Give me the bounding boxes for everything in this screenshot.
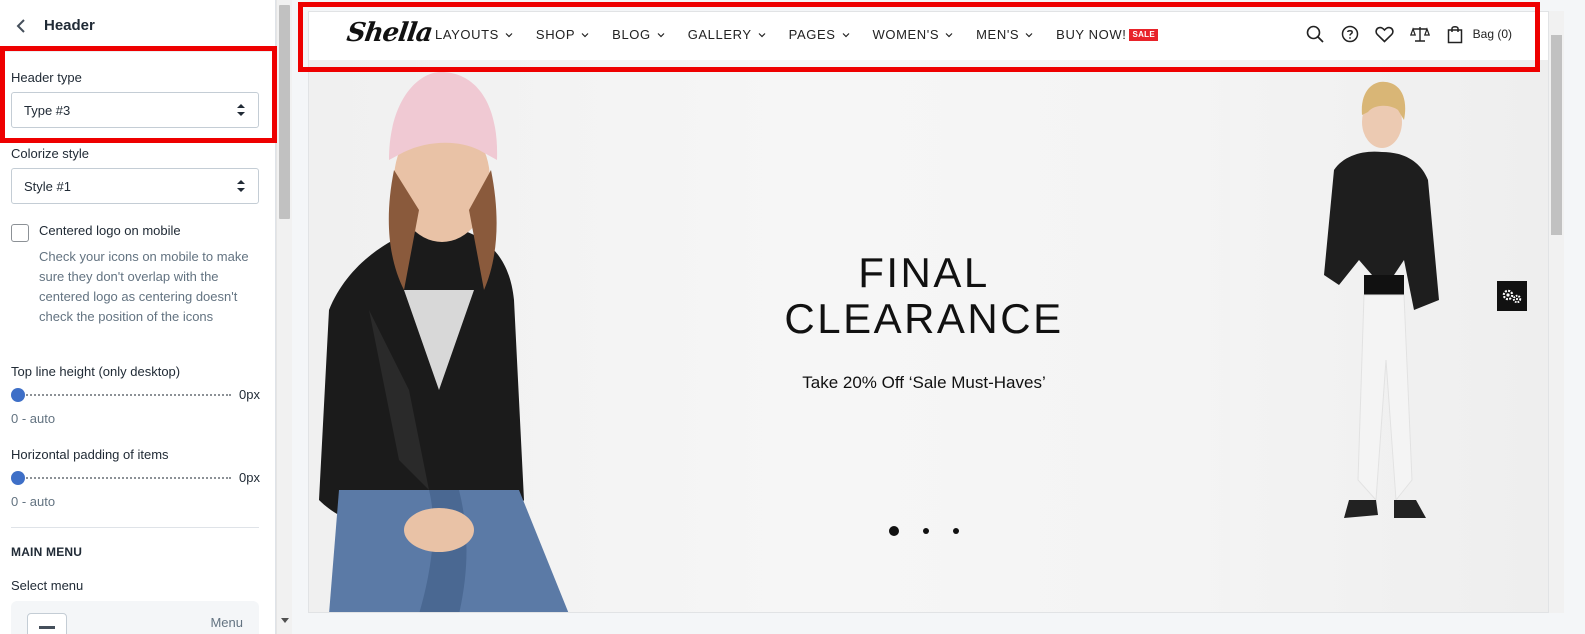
chevron-down-icon bbox=[842, 32, 849, 37]
panel-header: Header bbox=[0, 0, 275, 52]
hero-model-left-image bbox=[319, 71, 569, 612]
slider-thumb[interactable] bbox=[11, 388, 25, 402]
main-nav: LAYOUTS SHOP BLOG GALLERY PAGES WOMEN'S … bbox=[435, 27, 1181, 42]
nav-item-mens[interactable]: MEN'S bbox=[976, 27, 1033, 42]
hero-title-line2: CLEARANCE bbox=[784, 295, 1064, 342]
slider-dot-1[interactable] bbox=[889, 526, 899, 536]
scrollbar-thumb[interactable] bbox=[279, 5, 290, 219]
colorize-style-label: Colorize style bbox=[11, 146, 90, 161]
header-type-field: Header type Type #3 bbox=[11, 70, 259, 128]
compare-icon[interactable] bbox=[1409, 24, 1430, 44]
select-caret-icon bbox=[237, 180, 245, 192]
menu-picker-card[interactable]: Menu bbox=[11, 601, 259, 634]
header-type-select[interactable]: Type #3 bbox=[11, 92, 259, 128]
centered-logo-row: Centered logo on mobile bbox=[11, 223, 261, 242]
chevron-down-icon bbox=[581, 32, 589, 37]
menu-icon bbox=[27, 613, 67, 634]
nav-label: GALLERY bbox=[687, 27, 752, 42]
select-caret-icon bbox=[237, 104, 245, 116]
colorize-style-field: Colorize style Style #1 bbox=[11, 146, 259, 204]
nav-label: WOMEN'S bbox=[872, 27, 940, 42]
slider-track[interactable] bbox=[15, 394, 231, 396]
colorize-style-value: Style #1 bbox=[24, 178, 71, 194]
chevron-left-icon[interactable] bbox=[12, 17, 30, 35]
divider bbox=[11, 527, 259, 528]
horizontal-padding-value: 0px bbox=[239, 470, 260, 485]
chevron-down-icon bbox=[945, 32, 953, 37]
search-icon[interactable] bbox=[1305, 24, 1325, 44]
hero-title-line1: FINAL bbox=[858, 249, 990, 296]
header-icons: Bag (0) bbox=[1290, 24, 1512, 44]
top-line-height-help: 0 - auto bbox=[11, 411, 56, 426]
sale-badge: SALE bbox=[1129, 28, 1159, 41]
heart-icon[interactable] bbox=[1375, 24, 1395, 44]
site-header: Shella LAYOUTS SHOP BLOG GALLERY PAGES W… bbox=[309, 12, 1548, 56]
nav-item-buy-now[interactable]: BUY NOW! SALE bbox=[1056, 27, 1159, 42]
hero-title: FINAL CLEARANCE bbox=[769, 250, 1079, 342]
slider-track[interactable] bbox=[15, 477, 231, 479]
main-menu-heading: MAIN MENU bbox=[11, 545, 83, 559]
chevron-down-icon bbox=[1025, 32, 1033, 37]
hero-subtitle: Take 20% Off ‘Sale Must-Haves’ bbox=[802, 373, 1046, 392]
scroll-down-arrow-icon[interactable] bbox=[281, 618, 289, 623]
nav-item-gallery[interactable]: GALLERY bbox=[688, 27, 766, 42]
panel-title: Header bbox=[44, 17, 95, 34]
scrollbar-thumb[interactable] bbox=[1551, 35, 1562, 235]
nav-label: BLOG bbox=[612, 27, 651, 42]
nav-item-womens[interactable]: WOMEN'S bbox=[873, 27, 954, 42]
top-line-height-label: Top line height (only desktop) bbox=[11, 364, 181, 379]
centered-logo-help: Check your icons on mobile to make sure … bbox=[39, 249, 249, 324]
gear-icon[interactable] bbox=[1497, 281, 1527, 311]
horizontal-padding-help: 0 - auto bbox=[11, 494, 56, 509]
centered-logo-label: Centered logo on mobile bbox=[39, 223, 181, 238]
storefront-preview: Shella LAYOUTS SHOP BLOG GALLERY PAGES W… bbox=[293, 0, 1585, 634]
menu-card-text: Menu bbox=[210, 615, 243, 630]
nav-label: LAYOUTS bbox=[435, 27, 499, 42]
preview-scrollbar[interactable] bbox=[1549, 11, 1564, 613]
chevron-down-icon bbox=[758, 32, 766, 37]
nav-label: MEN'S bbox=[976, 27, 1020, 42]
top-line-height-slider[interactable]: 0px bbox=[11, 387, 261, 403]
slider-dot-3[interactable] bbox=[953, 528, 959, 534]
site-logo[interactable]: Shella bbox=[345, 18, 434, 48]
preview-frame: Shella LAYOUTS SHOP BLOG GALLERY PAGES W… bbox=[308, 11, 1549, 613]
horizontal-padding-label: Horizontal padding of items bbox=[11, 447, 169, 462]
top-line-height-value: 0px bbox=[239, 387, 260, 402]
chevron-down-icon bbox=[657, 32, 665, 37]
nav-item-blog[interactable]: BLOG bbox=[612, 27, 665, 42]
centered-logo-checkbox[interactable] bbox=[11, 224, 29, 242]
hero-slider[interactable]: FINAL CLEARANCE Take 20% Off ‘Sale Must-… bbox=[309, 60, 1548, 612]
header-type-label: Header type bbox=[11, 70, 82, 85]
nav-item-pages[interactable]: PAGES bbox=[789, 27, 850, 42]
help-icon[interactable] bbox=[1340, 24, 1360, 44]
theme-settings-panel: Header Header type Type #3 Colorize styl… bbox=[0, 0, 276, 634]
nav-label: BUY NOW! bbox=[1056, 27, 1127, 42]
bag-label[interactable]: Bag (0) bbox=[1473, 27, 1512, 41]
select-menu-label: Select menu bbox=[11, 578, 84, 593]
slider-thumb[interactable] bbox=[11, 471, 25, 485]
nav-label: PAGES bbox=[788, 27, 836, 42]
horizontal-padding-slider[interactable]: 0px bbox=[11, 470, 261, 486]
hero-model-right-image bbox=[1324, 81, 1439, 518]
panel-scrollbar[interactable] bbox=[276, 0, 292, 634]
nav-label: SHOP bbox=[535, 27, 576, 42]
slider-dots bbox=[889, 526, 983, 536]
nav-item-layouts[interactable]: LAYOUTS bbox=[435, 27, 513, 42]
nav-item-shop[interactable]: SHOP bbox=[536, 27, 589, 42]
chevron-down-icon bbox=[505, 32, 513, 37]
slider-dot-2[interactable] bbox=[923, 528, 929, 534]
colorize-style-select[interactable]: Style #1 bbox=[11, 168, 259, 204]
bag-icon[interactable] bbox=[1445, 24, 1465, 44]
header-type-value: Type #3 bbox=[24, 102, 71, 118]
